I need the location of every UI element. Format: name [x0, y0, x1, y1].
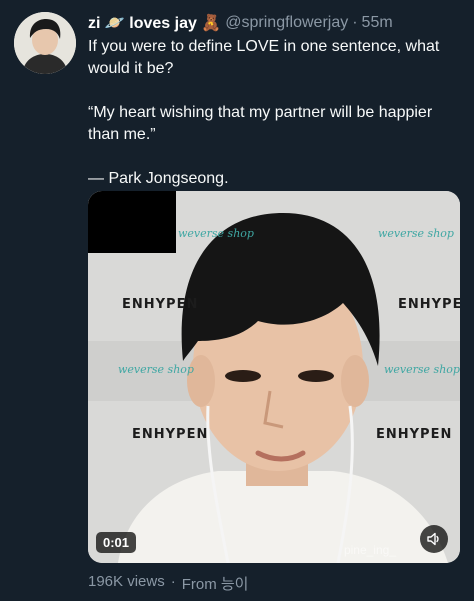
backdrop-shop-text: weverse shop: [378, 227, 454, 240]
tweet-meta: 196K views · From 능이: [88, 573, 248, 594]
tweet-quote: “My heart wishing that my partner will b…: [88, 104, 433, 143]
view-count: 196K views: [88, 573, 165, 590]
tweet-text: If you were to define LOVE in one senten…: [88, 36, 460, 190]
backdrop-shop-text: weverse shop: [118, 363, 194, 376]
backdrop-logo: ENHYPEN: [132, 427, 209, 442]
tweet-question: If you were to define LOVE in one senten…: [88, 38, 440, 77]
planet-emoji-icon: 🪐: [104, 15, 125, 32]
video-duration-badge: 0:01: [96, 532, 137, 553]
volume-button[interactable]: [420, 525, 448, 553]
backdrop-logo: ENHYPEN: [398, 297, 460, 312]
speaker-icon: [427, 532, 439, 546]
video-source-link[interactable]: From 능이: [182, 573, 249, 594]
avatar-photo: [14, 12, 76, 74]
tweet-card: zi 🪐 loves jay 🧸 @springflowerjay · 55m …: [0, 0, 474, 601]
avatar[interactable]: [14, 12, 76, 74]
timestamp[interactable]: 55m: [362, 14, 393, 32]
display-name-rest: loves jay: [129, 15, 197, 32]
display-name-first: zi: [88, 15, 101, 32]
meta-separator: ·: [170, 573, 176, 590]
header-separator: ·: [352, 14, 358, 31]
user-handle[interactable]: @springflowerjay: [225, 14, 348, 32]
tweet-header: zi 🪐 loves jay 🧸 @springflowerjay · 55m: [88, 12, 464, 34]
tweet-attribution: — Park Jongseong.: [88, 170, 229, 187]
video-watermark: pine_ing_: [343, 543, 396, 557]
backdrop-shop-text: weverse shop: [178, 227, 254, 240]
backdrop-shop-text: weverse shop: [384, 363, 460, 376]
video-player[interactable]: ENHYPEN ENHYPEN ENHYPEN ENHYPEN weverse …: [88, 191, 460, 563]
backdrop-logo: ENHYPEN: [376, 427, 453, 442]
display-name[interactable]: zi 🪐 loves jay 🧸: [88, 13, 221, 33]
teddy-bear-emoji-icon: 🧸: [201, 15, 222, 32]
backdrop-logo: ENHYPEN: [122, 297, 199, 312]
redaction-box: [88, 191, 176, 253]
